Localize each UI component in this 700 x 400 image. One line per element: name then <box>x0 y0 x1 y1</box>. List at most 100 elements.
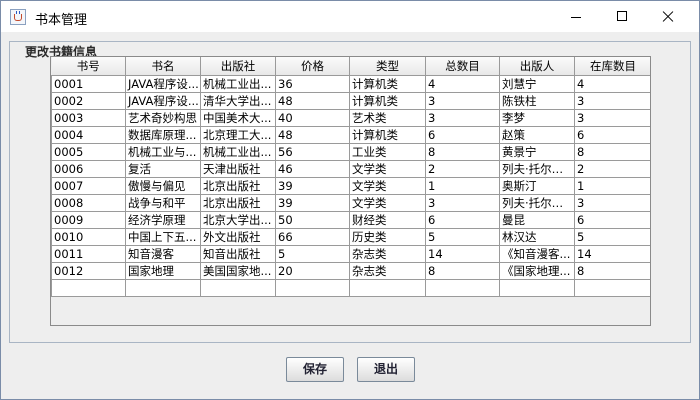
table-cell-book-id[interactable]: 0003 <box>51 109 126 127</box>
column-header-publisher[interactable]: 出版社 <box>200 57 276 76</box>
table-cell-author[interactable]: 刘慧宁 <box>499 75 575 93</box>
table-row[interactable]: 0001 JAVA程序设... 机械工业出... 36 计算机类 4 刘慧宁 4 <box>51 75 650 93</box>
table-cell-total-count[interactable]: 3 <box>425 194 500 212</box>
table-cell-total-count[interactable]: 3 <box>425 92 500 110</box>
table-cell-publisher[interactable]: 北京大学出... <box>200 211 276 229</box>
table-row[interactable]: 0011 知音漫客 知音出版社 5 杂志类 14 《知音漫客... 14 <box>51 245 650 263</box>
column-header-book-id[interactable]: 书号 <box>51 57 126 76</box>
table-row[interactable]: 0002 JAVA程序设... 清华大学出... 48 计算机类 3 陈铁柱 3 <box>51 92 650 110</box>
table-cell-total-count[interactable]: 14 <box>425 245 500 263</box>
table-cell-stock-count[interactable]: 5 <box>574 228 650 246</box>
table-cell-stock-count[interactable] <box>574 279 650 297</box>
table-cell-category[interactable]: 计算机类 <box>349 75 426 93</box>
table-row[interactable]: 0008 战争与和平 北京出版社 39 文学类 3 列夫·托尔斯... 3 <box>51 194 650 212</box>
table-cell-category[interactable] <box>349 279 426 297</box>
book-table[interactable]: 书号 书名 出版社 价格 类型 总数目 出版人 在库数目 0001 JAVA程序设... 机械工业… <box>51 57 650 297</box>
table-cell-price[interactable]: 56 <box>275 143 350 161</box>
table-cell-book-name[interactable]: JAVA程序设... <box>125 75 201 93</box>
table-cell-publisher[interactable]: 北京出版社 <box>200 194 276 212</box>
table-cell-book-name[interactable]: 国家地理 <box>125 262 201 280</box>
table-cell-book-name[interactable]: 知音漫客 <box>125 245 201 263</box>
table-row[interactable] <box>51 279 650 297</box>
table-cell-author[interactable]: 林汉达 <box>499 228 575 246</box>
table-cell-total-count[interactable]: 5 <box>425 228 500 246</box>
table-cell-author[interactable]: 奥斯汀 <box>499 177 575 195</box>
table-cell-author[interactable]: 列夫·托尔斯... <box>499 194 575 212</box>
table-cell-publisher[interactable]: 清华大学出... <box>200 92 276 110</box>
table-cell-book-id[interactable]: 0001 <box>51 75 126 93</box>
table-cell-book-name[interactable]: 艺术奇妙构思 <box>125 109 201 127</box>
table-cell-book-name[interactable] <box>125 279 201 297</box>
table-cell-publisher[interactable]: 北京出版社 <box>200 177 276 195</box>
table-cell-book-id[interactable]: 0012 <box>51 262 126 280</box>
table-cell-category[interactable]: 文学类 <box>349 160 426 178</box>
exit-button[interactable]: 退出 <box>357 357 415 382</box>
table-cell-category[interactable]: 计算机类 <box>349 92 426 110</box>
table-cell-price[interactable]: 20 <box>275 262 350 280</box>
table-cell-book-name[interactable]: 复活 <box>125 160 201 178</box>
book-table-scrollpane[interactable]: 书号 书名 出版社 价格 类型 总数目 出版人 在库数目 0001 JAVA程序设... 机械工业… <box>50 56 651 326</box>
table-cell-price[interactable]: 40 <box>275 109 350 127</box>
table-cell-publisher[interactable]: 中国美术大... <box>200 109 276 127</box>
table-cell-total-count[interactable]: 3 <box>425 109 500 127</box>
table-cell-category[interactable]: 工业类 <box>349 143 426 161</box>
table-cell-price[interactable]: 39 <box>275 194 350 212</box>
table-cell-publisher[interactable]: 机械工业出... <box>200 143 276 161</box>
table-cell-stock-count[interactable]: 6 <box>574 126 650 144</box>
column-header-category[interactable]: 类型 <box>349 57 426 76</box>
minimize-button[interactable] <box>553 1 599 32</box>
table-cell-stock-count[interactable]: 3 <box>574 109 650 127</box>
table-row[interactable]: 0003 艺术奇妙构思 中国美术大... 40 艺术类 3 李梦 3 <box>51 109 650 127</box>
table-cell-book-name[interactable]: JAVA程序设... <box>125 92 201 110</box>
table-cell-publisher[interactable]: 北京理工大... <box>200 126 276 144</box>
table-cell-category[interactable]: 杂志类 <box>349 245 426 263</box>
table-cell-author[interactable] <box>499 279 575 297</box>
table-cell-category[interactable]: 财经类 <box>349 211 426 229</box>
column-header-price[interactable]: 价格 <box>275 57 350 76</box>
table-cell-price[interactable]: 66 <box>275 228 350 246</box>
table-cell-book-name[interactable]: 战争与和平 <box>125 194 201 212</box>
table-cell-author[interactable]: 《知音漫客... <box>499 245 575 263</box>
table-cell-book-name[interactable]: 数据库原理... <box>125 126 201 144</box>
table-cell-stock-count[interactable]: 3 <box>574 194 650 212</box>
table-cell-book-name[interactable]: 机械工业与... <box>125 143 201 161</box>
table-cell-stock-count[interactable]: 6 <box>574 211 650 229</box>
table-cell-publisher[interactable]: 美国国家地... <box>200 262 276 280</box>
table-cell-stock-count[interactable]: 8 <box>574 262 650 280</box>
table-cell-total-count[interactable]: 8 <box>425 262 500 280</box>
table-cell-total-count[interactable]: 1 <box>425 177 500 195</box>
column-header-book-name[interactable]: 书名 <box>125 57 201 76</box>
table-cell-author[interactable]: 黄景宁 <box>499 143 575 161</box>
close-button[interactable] <box>645 1 691 32</box>
table-cell-price[interactable]: 48 <box>275 92 350 110</box>
table-cell-stock-count[interactable]: 8 <box>574 143 650 161</box>
table-cell-author[interactable]: 列夫·托尔斯... <box>499 160 575 178</box>
table-row[interactable]: 0005 机械工业与... 机械工业出... 56 工业类 8 黄景宁 8 <box>51 143 650 161</box>
table-cell-publisher[interactable] <box>200 279 276 297</box>
table-row[interactable]: 0009 经济学原理 北京大学出... 50 财经类 6 曼昆 6 <box>51 211 650 229</box>
maximize-button[interactable] <box>599 1 645 32</box>
table-cell-book-id[interactable]: 0011 <box>51 245 126 263</box>
table-cell-price[interactable]: 36 <box>275 75 350 93</box>
table-cell-book-id[interactable]: 0007 <box>51 177 126 195</box>
table-cell-publisher[interactable]: 天津出版社 <box>200 160 276 178</box>
table-cell-book-id[interactable]: 0008 <box>51 194 126 212</box>
table-cell-book-name[interactable]: 中国上下五... <box>125 228 201 246</box>
save-button[interactable]: 保存 <box>286 357 344 382</box>
table-row[interactable]: 0006 复活 天津出版社 46 文学类 2 列夫·托尔斯... 2 <box>51 160 650 178</box>
table-cell-total-count[interactable]: 6 <box>425 211 500 229</box>
table-cell-total-count[interactable]: 8 <box>425 143 500 161</box>
table-cell-book-id[interactable] <box>51 279 126 297</box>
table-cell-book-name[interactable]: 傲慢与偏见 <box>125 177 201 195</box>
table-cell-category[interactable]: 历史类 <box>349 228 426 246</box>
table-cell-author[interactable]: 陈铁柱 <box>499 92 575 110</box>
table-cell-book-id[interactable]: 0005 <box>51 143 126 161</box>
table-cell-total-count[interactable]: 6 <box>425 126 500 144</box>
table-cell-price[interactable]: 46 <box>275 160 350 178</box>
table-cell-total-count[interactable] <box>425 279 500 297</box>
table-cell-author[interactable]: 《国家地理... <box>499 262 575 280</box>
table-cell-author[interactable]: 李梦 <box>499 109 575 127</box>
table-cell-stock-count[interactable]: 3 <box>574 92 650 110</box>
table-cell-stock-count[interactable]: 4 <box>574 75 650 93</box>
table-row[interactable]: 0007 傲慢与偏见 北京出版社 39 文学类 1 奥斯汀 1 <box>51 177 650 195</box>
